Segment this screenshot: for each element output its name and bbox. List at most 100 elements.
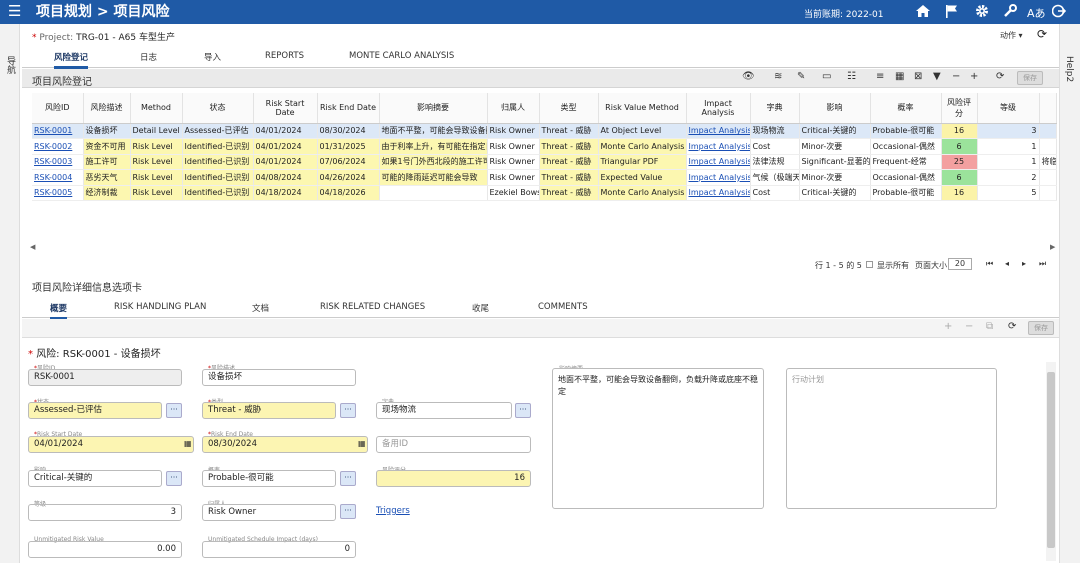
- table-row[interactable]: RSK-0001 设备损坏 Detail Level Assessed-已评估 …: [32, 123, 1057, 139]
- action-plan-textarea[interactable]: 行动计划: [786, 368, 997, 509]
- level-field[interactable]: 3: [28, 504, 182, 521]
- table-row[interactable]: RSK-0004 恶劣天气 Risk Level Identified-已识别 …: [32, 169, 1057, 186]
- tab-summary[interactable]: 概要: [50, 302, 68, 320]
- flag-icon[interactable]: [945, 4, 958, 22]
- edit-icon[interactable]: ✎: [797, 71, 805, 82]
- delete-icon[interactable]: ⊠: [914, 71, 922, 82]
- impact-analysis-link[interactable]: Impact Analysis: [686, 169, 751, 186]
- impact-analysis-link[interactable]: Impact Analysis: [686, 154, 751, 170]
- impact-analysis-link[interactable]: Impact Analysis: [686, 185, 751, 201]
- tab-risk-handling-plan[interactable]: RISK HANDLING PLAN: [114, 302, 206, 312]
- tab-log[interactable]: 日志: [140, 51, 157, 63]
- col-header[interactable]: 风险ID: [32, 93, 84, 124]
- project-selector[interactable]: * Project: TRG-01 - A65 车型生产: [32, 30, 175, 43]
- remove-icon[interactable]: −: [965, 321, 973, 332]
- eye-icon[interactable]: 👁: [742, 71, 755, 82]
- tab-closeout[interactable]: 收尾: [472, 302, 489, 314]
- next-page-icon[interactable]: ▸: [1022, 259, 1026, 268]
- remove-icon[interactable]: −: [952, 71, 960, 82]
- owner-lookup-button[interactable]: ···: [340, 504, 356, 519]
- col-header[interactable]: Risk End Date: [317, 93, 380, 124]
- impact-summary-textarea[interactable]: 地面不平整，可能会导致设备翻倒，负载升降或底座不稳定: [552, 368, 764, 509]
- translate-icon[interactable]: Aあ: [1027, 6, 1046, 21]
- impact-analysis-link[interactable]: Impact Analysis: [686, 123, 751, 139]
- scroll-right-icon[interactable]: ▶: [1050, 243, 1055, 251]
- first-page-icon[interactable]: ⏮: [986, 259, 993, 269]
- calendar-icon[interactable]: ▦: [358, 439, 366, 448]
- table-row[interactable]: RSK-0002 资金不可用 Risk Level Identified-已识别…: [32, 138, 1057, 155]
- status-field[interactable]: Assessed-已评估: [28, 402, 162, 419]
- risk-id-link[interactable]: RSK-0005: [32, 185, 84, 201]
- type-field[interactable]: Threat - 威胁: [202, 402, 336, 419]
- dictionary-field[interactable]: 现场物流: [376, 402, 512, 419]
- risk-id-link[interactable]: RSK-0003: [32, 154, 84, 170]
- col-header[interactable]: 类型: [539, 93, 599, 124]
- tab-monte-carlo[interactable]: MONTE CARLO ANALYSIS: [349, 51, 454, 61]
- right-help-strip[interactable]: [1059, 24, 1080, 563]
- refresh-detail-icon[interactable]: ⟳: [1008, 321, 1016, 332]
- risk-id-link[interactable]: RSK-0002: [32, 138, 84, 155]
- horizontal-scrollbar[interactable]: ◀ ▶: [30, 243, 1058, 253]
- status-lookup-button[interactable]: ···: [166, 403, 182, 418]
- probability-field[interactable]: Probable-很可能: [202, 470, 336, 487]
- triggers-link[interactable]: Triggers: [376, 506, 410, 516]
- col-header[interactable]: 影响: [799, 93, 871, 124]
- col-header[interactable]: Risk Start Date: [253, 93, 318, 124]
- table-row[interactable]: RSK-0005 经济制裁 Risk Level Identified-已识别 …: [32, 185, 1057, 201]
- tab-risk-related-changes[interactable]: RISK RELATED CHANGES: [320, 302, 425, 312]
- impact-analysis-link[interactable]: Impact Analysis: [686, 138, 751, 155]
- col-header[interactable]: 风险描述: [83, 93, 131, 124]
- tab-comments[interactable]: COMMENTS: [538, 302, 588, 312]
- col-header[interactable]: Method: [130, 93, 183, 124]
- grid-view-icon[interactable]: ▦: [895, 71, 904, 82]
- col-header[interactable]: 影响摘要: [379, 93, 488, 124]
- calendar-icon[interactable]: ▦: [184, 439, 192, 448]
- col-header[interactable]: 概率: [870, 93, 942, 124]
- show-all-checkbox[interactable]: [866, 261, 873, 268]
- owner-field[interactable]: Risk Owner: [202, 504, 336, 521]
- unmitigated-days-field[interactable]: 0: [202, 541, 356, 558]
- risk-id-link[interactable]: RSK-0001: [32, 123, 84, 139]
- prev-page-icon[interactable]: ◂: [1005, 259, 1009, 268]
- last-page-icon[interactable]: ⏭: [1039, 259, 1046, 269]
- col-header[interactable]: Impact Analysis: [686, 93, 751, 124]
- dictionary-lookup-button[interactable]: ···: [515, 403, 531, 418]
- risk-desc-field[interactable]: 设备损坏: [202, 369, 356, 386]
- start-date-field[interactable]: 04/01/2024: [28, 436, 194, 453]
- save-button[interactable]: 保存: [1017, 71, 1043, 85]
- refresh-grid-icon[interactable]: ⟳: [996, 71, 1004, 82]
- tab-import[interactable]: 导入: [204, 51, 221, 63]
- table-row[interactable]: RSK-0003 施工许可 Risk Level Identified-已识别 …: [32, 154, 1057, 170]
- col-header[interactable]: Risk Value Method: [598, 93, 687, 124]
- end-date-field[interactable]: 08/30/2024: [202, 436, 368, 453]
- tab-documents[interactable]: 文档: [252, 302, 269, 314]
- hamburger-menu-icon[interactable]: ☰: [8, 4, 21, 19]
- scrollbar-thumb[interactable]: [1047, 372, 1055, 548]
- col-header[interactable]: 等级: [977, 93, 1040, 124]
- list-view-icon[interactable]: ≡: [876, 71, 884, 82]
- type-lookup-button[interactable]: ···: [340, 403, 356, 418]
- nav-toggle-label[interactable]: 导航: [4, 56, 17, 74]
- wrench-icon[interactable]: [1003, 4, 1017, 22]
- logout-icon[interactable]: [1051, 4, 1067, 22]
- left-nav-strip[interactable]: [0, 24, 20, 563]
- actions-dropdown[interactable]: 动作 ▾: [1000, 30, 1023, 41]
- col-header[interactable]: 字典: [750, 93, 800, 124]
- list-icon[interactable]: ☷: [847, 71, 856, 82]
- tab-reports[interactable]: REPORTS: [265, 51, 304, 61]
- gear-icon[interactable]: [975, 4, 989, 22]
- probability-lookup-button[interactable]: ···: [340, 471, 356, 486]
- monitor-icon[interactable]: ▭: [822, 71, 831, 82]
- col-header[interactable]: 状态: [182, 93, 254, 124]
- unmitigated-value-field[interactable]: 0.00: [28, 541, 182, 558]
- impact-field[interactable]: Critical-关键的: [28, 470, 162, 487]
- scroll-left-icon[interactable]: ◀: [30, 243, 35, 251]
- page-size-input[interactable]: 20: [948, 258, 972, 270]
- filter-icon[interactable]: ▼: [933, 71, 941, 82]
- add-icon[interactable]: +: [944, 321, 952, 332]
- save-detail-button[interactable]: 保存: [1028, 321, 1054, 335]
- tab-risk-register[interactable]: 风险登记: [54, 51, 89, 69]
- copy-icon[interactable]: ⧉: [986, 321, 993, 332]
- home-icon[interactable]: [915, 4, 931, 22]
- col-header[interactable]: 风险评分: [941, 93, 978, 124]
